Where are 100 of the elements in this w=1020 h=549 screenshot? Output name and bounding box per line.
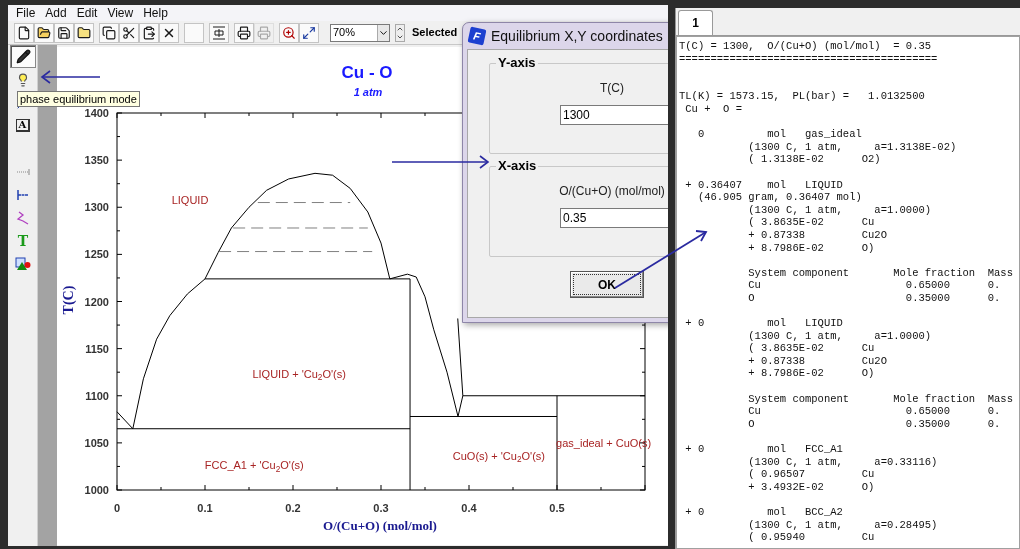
shapes-icon — [15, 256, 31, 271]
output-line: (1300 C, 1 atm, a=1.0000) — [747, 203, 933, 217]
region-label: FCC_A1 + 'Cu$_{2}$O'(s) — [204, 460, 304, 471]
output-line: ( 0.95940 Cu — [747, 531, 876, 544]
tool-button[interactable]: A — [10, 114, 36, 137]
lightbulb-icon — [16, 72, 30, 87]
annotation-arrow — [40, 70, 101, 84]
toolbar-button[interactable] — [119, 22, 139, 43]
ok-button[interactable]: OK — [570, 271, 644, 298]
y-tick-label: 1050 — [84, 436, 109, 449]
output-line: ( 3.8635E-02 Cu — [747, 342, 876, 355]
output-line: (46.905 gram, 0.36407 mol) — [696, 191, 863, 204]
menu-item[interactable]: File — [16, 7, 36, 19]
y-tick-label: 1000 — [84, 484, 109, 496]
tool-button[interactable] — [10, 45, 36, 68]
output-line: Cu 0.65000 0. — [747, 405, 1002, 418]
x-tick-label: 0.3 — [373, 502, 389, 514]
output-line: Cu + O = — [684, 102, 743, 116]
output-line: (1300 C, 1 atm, a=0.28495) — [747, 518, 939, 532]
axis-name: O/(Cu+O) (mol/mol) — [559, 183, 665, 200]
toolbar-button[interactable] — [159, 22, 179, 43]
pencil-icon — [15, 49, 31, 64]
x-tick-label: 0 — [113, 502, 121, 514]
toolbar-button[interactable] — [74, 22, 94, 43]
selected-label: Selected — [412, 25, 458, 41]
y-axis-label: T(C) — [61, 285, 76, 315]
output-line: + 0 mol BCC_A2 — [684, 505, 844, 519]
output-line: 0 mol gas_ideal — [696, 128, 863, 141]
text-tool-icon: T — [17, 233, 29, 248]
new-file-icon — [17, 25, 31, 40]
measure-icon — [17, 189, 29, 200]
output-line: ( 3.8635E-02 Cu — [747, 216, 876, 229]
y-tick-label: 1250 — [84, 248, 109, 261]
paste-icon — [142, 25, 156, 40]
toolbar-button[interactable] — [234, 22, 254, 43]
output-line: (1300 C, 1 atm, a=1.0000) — [747, 329, 933, 343]
output-line: + 0.87338 Cu2O — [747, 354, 888, 368]
zoom-in-icon — [282, 25, 296, 40]
dialog-title: Equilibrium X,Y coordinates — [491, 26, 663, 46]
chart-title: Cu - O — [341, 63, 393, 82]
spinner[interactable] — [395, 23, 405, 42]
menu-item[interactable]: View — [107, 7, 134, 19]
axis-name: T(C) — [600, 80, 624, 97]
y-tick-label: 1100 — [85, 389, 109, 402]
text-box-icon: A — [15, 119, 31, 132]
fit-icon — [302, 25, 316, 40]
copy-icon — [102, 25, 116, 40]
toolbar-button[interactable] — [139, 22, 159, 43]
x-tick-label: 0.2 — [285, 502, 301, 514]
y-tick-label: 1400 — [84, 107, 109, 119]
zoom-combo[interactable]: 70% — [330, 23, 390, 42]
y-tick-label: 1150 — [85, 342, 109, 355]
save-icon — [57, 25, 71, 40]
coordinate-field[interactable]: 0.35 — [560, 208, 668, 228]
output-line: + 8.7986E-02 O) — [747, 367, 876, 381]
output-line: (1300 C, 1 atm, a=0.33116) — [747, 455, 939, 469]
app-logo: F — [467, 26, 487, 46]
output-line: ( 0.96507 Cu — [747, 468, 876, 481]
curve-icon — [16, 210, 30, 225]
chart-subtitle: 1 atm — [353, 86, 383, 98]
x-tick-label: 0.1 — [197, 502, 213, 514]
y-tick-label: 1350 — [84, 154, 109, 167]
toolbar-button[interactable] — [14, 22, 34, 43]
toolbar-button[interactable] — [279, 22, 299, 43]
dropdown-icon — [377, 24, 389, 41]
region-label: LIQUID + 'Cu$_{2}$O'(s) — [252, 368, 346, 380]
output-line: + 0 mol LIQUID — [684, 317, 844, 330]
output-line: ========================================= — [679, 52, 939, 66]
menu-item[interactable]: Edit — [76, 7, 98, 19]
output-line: Cu 0.65000 0. — [747, 279, 1002, 292]
coordinate-field[interactable]: 1300 — [560, 105, 668, 125]
dotted-line-icon — [16, 168, 30, 175]
output-line: O 0.35000 0. — [747, 417, 1002, 431]
y-tick-label: 1300 — [84, 201, 109, 214]
toolbar-button[interactable] — [299, 22, 319, 43]
output-tab[interactable]: 1 — [678, 10, 713, 35]
x-tick-label: 0.4 — [461, 502, 477, 514]
tooltip: phase equilibrium mode — [17, 91, 140, 107]
region-label: LIQUID — [171, 194, 209, 206]
printer-icon — [257, 25, 271, 40]
output-line: O 0.35000 0. — [747, 291, 1002, 305]
align-icon — [212, 25, 226, 40]
menu-item[interactable]: Add — [45, 7, 67, 19]
toolbar-button[interactable] — [34, 22, 54, 43]
output-line: + 0.87338 Cu2O — [747, 228, 888, 242]
output-line: System component Mole fraction Mass — [747, 266, 1014, 280]
output-line: ( 1.3138E-02 O2) — [747, 153, 882, 166]
open-folder-icon — [37, 25, 51, 40]
output-line: + 3.4932E-02 O) — [747, 480, 876, 494]
output-line: System component Mole fraction Mass — [747, 392, 1014, 406]
toolbar-button[interactable] — [54, 22, 74, 43]
scissors-icon — [122, 25, 136, 40]
toolbar-button[interactable] — [99, 22, 119, 43]
x-tick-label: 0.5 — [549, 502, 565, 514]
x-axis-label: O/(Cu+O) (mol/mol) — [323, 518, 437, 533]
toolbar-button[interactable] — [209, 22, 229, 43]
menu-item[interactable]: Help — [143, 7, 168, 19]
output-line: + 0.36407 mol LIQUID — [684, 178, 844, 192]
printer-icon — [237, 25, 251, 40]
output-line: (1300 C, 1 atm, a=1.3138E-02) — [747, 140, 958, 154]
